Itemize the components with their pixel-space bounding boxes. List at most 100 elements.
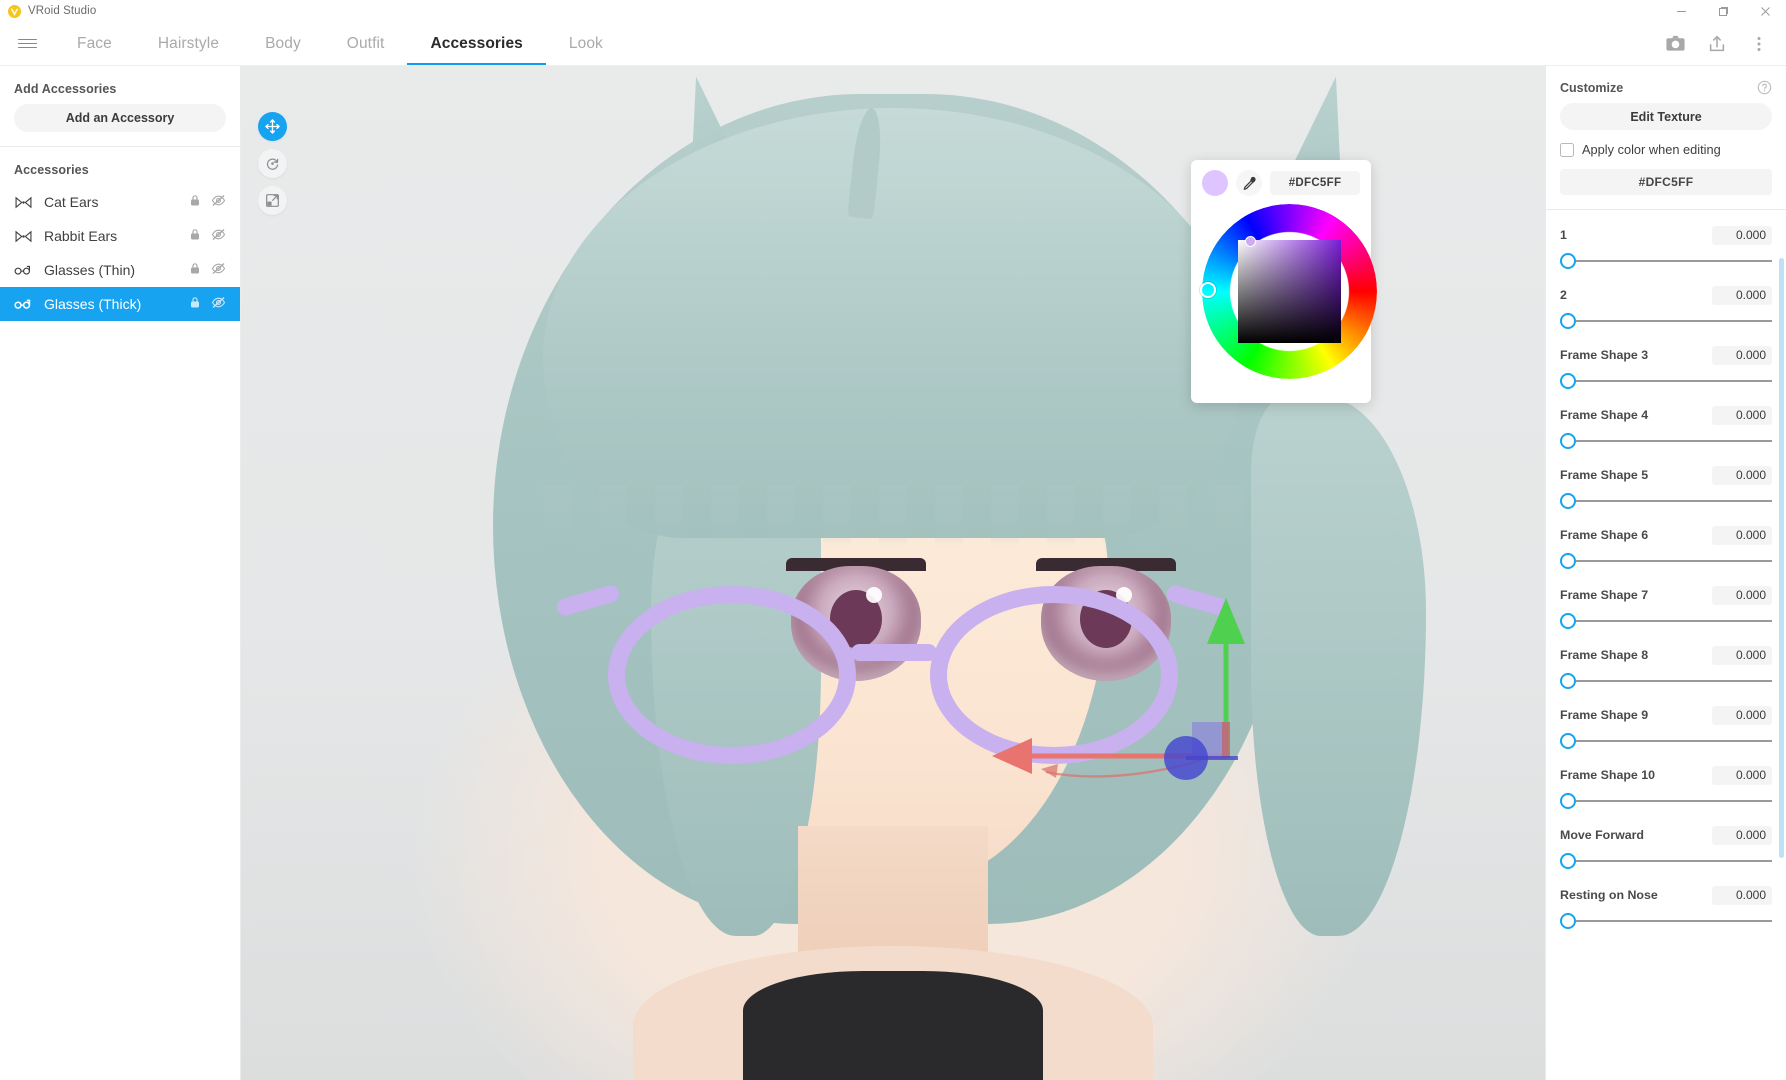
slider-label: Frame Shape 4 [1560,408,1648,422]
rotate-tool[interactable] [258,149,287,178]
nav-tabs: Face Hairstyle Body Outfit Accessories L… [54,22,626,65]
scale-tool[interactable] [258,186,287,215]
slider-label: 2 [1560,288,1567,302]
slider-track[interactable] [1563,560,1772,562]
slider-value[interactable]: 0.000 [1712,706,1772,725]
color-picker-popover[interactable]: #DFC5FF [1191,160,1371,403]
maximize-button[interactable] [1702,0,1744,22]
edit-texture-button[interactable]: Edit Texture [1560,103,1772,130]
slider-value[interactable]: 0.000 [1712,766,1772,785]
tab-face[interactable]: Face [54,22,135,65]
color-swatch[interactable] [1202,170,1228,196]
eyedropper-icon[interactable] [1236,170,1262,196]
slider-thumb[interactable] [1560,613,1576,629]
apply-color-checkbox-row[interactable]: Apply color when editing [1546,130,1786,167]
eye-hidden-icon[interactable] [211,228,226,244]
list-item-actions [189,262,226,278]
export-icon[interactable] [1698,25,1736,63]
more-icon[interactable] [1740,25,1778,63]
saturation-value-handle[interactable] [1245,236,1256,247]
slider-value[interactable]: 0.000 [1712,466,1772,485]
slider-thumb[interactable] [1560,673,1576,689]
slider-value[interactable]: 0.000 [1712,526,1772,545]
slider-frame-shape-10: Frame Shape 10 0.000 [1546,756,1786,816]
slider-value[interactable]: 0.000 [1712,226,1772,245]
slider-frame-shape-8: Frame Shape 8 0.000 [1546,636,1786,696]
slider-track[interactable] [1563,740,1772,742]
list-item[interactable]: Glasses (Thin) [0,253,240,287]
slider-track[interactable] [1563,920,1772,922]
tab-body[interactable]: Body [242,22,324,65]
color-hex-input[interactable]: #DFC5FF [1270,171,1360,195]
lock-icon[interactable] [189,228,201,244]
gizmo-x-arrow [992,738,1032,774]
transform-gizmo[interactable] [986,586,1286,816]
add-accessory-button[interactable]: Add an Accessory [14,104,226,132]
list-item-selected[interactable]: Glasses (Thick) [0,287,240,321]
slider-thumb[interactable] [1560,253,1576,269]
tab-hairstyle[interactable]: Hairstyle [135,22,242,65]
help-icon[interactable] [1757,80,1772,95]
hamburger-menu-icon[interactable] [0,22,54,65]
slider-thumb[interactable] [1560,553,1576,569]
slider-label: Frame Shape 10 [1560,768,1655,782]
eye-hidden-icon[interactable] [211,296,226,312]
eye-hidden-icon[interactable] [211,194,226,210]
slider-value[interactable]: 0.000 [1712,886,1772,905]
slider-thumb[interactable] [1560,733,1576,749]
slider-thumb[interactable] [1560,433,1576,449]
slider-frame-shape-5: Frame Shape 5 0.000 [1546,456,1786,516]
slider-thumb[interactable] [1560,373,1576,389]
tab-outfit[interactable]: Outfit [324,22,408,65]
slider-track[interactable] [1563,440,1772,442]
navbar-actions [1656,22,1778,65]
slider-move-forward: Move Forward 0.000 [1546,816,1786,876]
slider-thumb[interactable] [1560,493,1576,509]
slider-thumb[interactable] [1560,913,1576,929]
lock-icon[interactable] [189,194,201,210]
slider-track[interactable] [1563,500,1772,502]
move-tool[interactable] [258,112,287,141]
slider-thumb[interactable] [1560,313,1576,329]
slider-track[interactable] [1563,380,1772,382]
slider-track[interactable] [1563,620,1772,622]
eye-hidden-icon[interactable] [211,262,226,278]
slider-value[interactable]: 0.000 [1712,346,1772,365]
slider-track[interactable] [1563,800,1772,802]
slider-track[interactable] [1563,320,1772,322]
tab-look[interactable]: Look [546,22,626,65]
slider-thumb[interactable] [1560,853,1576,869]
glasses-icon [14,264,32,276]
slider-label: Frame Shape 9 [1560,708,1648,722]
app-title: VRoid Studio [28,5,96,17]
shape-slider-list: 1 0.000 2 0.000 Frame Shape 3 0.000 Fram… [1546,210,1786,1080]
color-wheel-wrap[interactable] [1202,204,1377,379]
hue-handle[interactable] [1200,282,1216,298]
panel-scrollbar[interactable] [1779,258,1784,858]
minimize-button[interactable] [1660,0,1702,22]
slider-track[interactable] [1563,680,1772,682]
add-accessories-heading: Add Accessories [0,66,240,104]
lock-icon[interactable] [189,296,201,312]
tab-accessories[interactable]: Accessories [407,22,545,65]
slider-track[interactable] [1563,260,1772,262]
list-item-label: Glasses (Thin) [44,262,177,278]
lock-icon[interactable] [189,262,201,278]
list-item[interactable]: Cat Ears [0,185,240,219]
camera-icon[interactable] [1656,25,1694,63]
accessories-sidebar: Add Accessories Add an Accessory Accesso… [0,66,241,1080]
slider-thumb[interactable] [1560,793,1576,809]
saturation-value-square[interactable] [1238,240,1341,343]
apply-color-checkbox[interactable] [1560,143,1574,157]
close-button[interactable] [1744,0,1786,22]
slider-value[interactable]: 0.000 [1712,586,1772,605]
slider-value[interactable]: 0.000 [1712,646,1772,665]
slider-value[interactable]: 0.000 [1712,406,1772,425]
panel-hex-value[interactable]: #DFC5FF [1560,169,1772,195]
glasses-bridge [851,644,937,661]
slider-track[interactable] [1563,860,1772,862]
slider-value[interactable]: 0.000 [1712,826,1772,845]
app-logo-icon [8,5,21,18]
slider-value[interactable]: 0.000 [1712,286,1772,305]
list-item[interactable]: Rabbit Ears [0,219,240,253]
